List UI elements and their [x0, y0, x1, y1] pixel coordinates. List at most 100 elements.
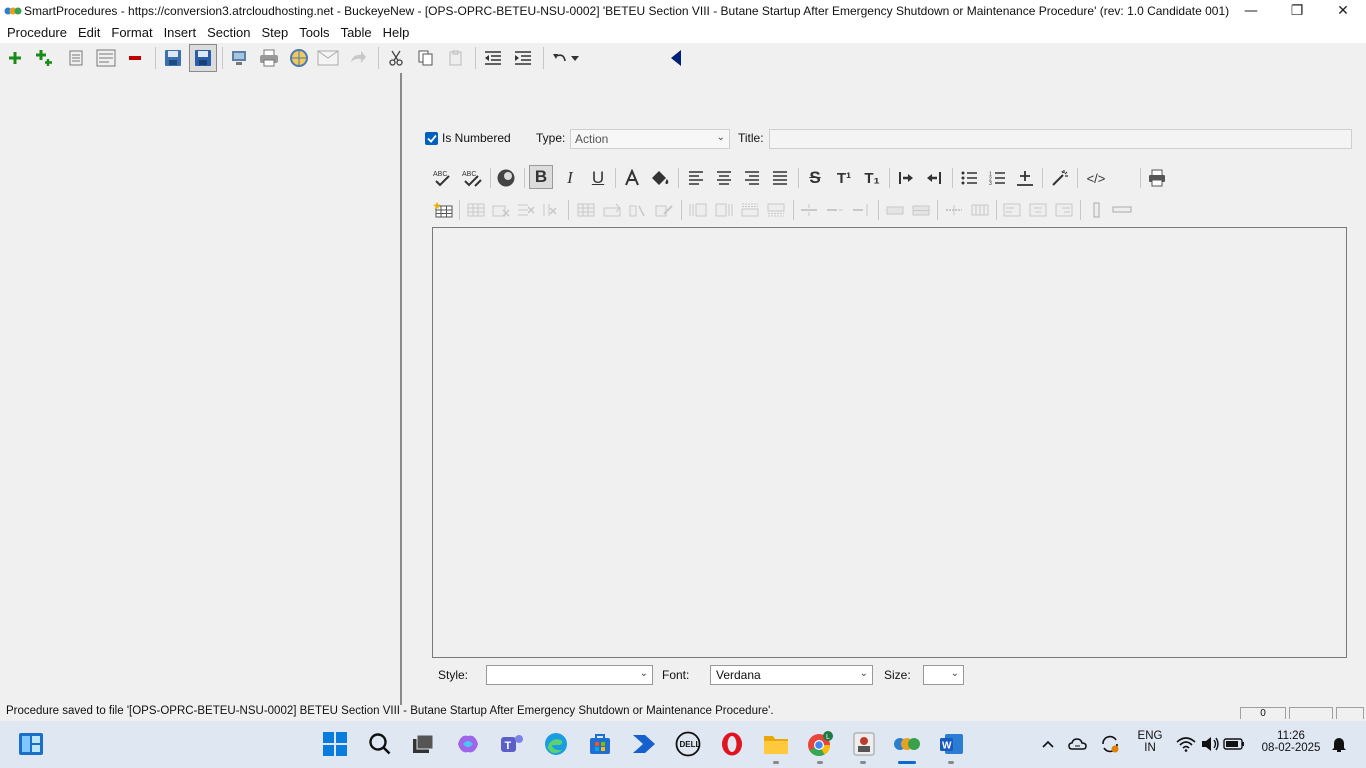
menu-tools[interactable]: Tools [295, 25, 336, 40]
chevron-up-icon[interactable] [1036, 730, 1060, 758]
cut-icon[interactable] [385, 47, 407, 69]
update-icon[interactable] [1098, 730, 1122, 758]
edge-icon[interactable] [542, 730, 570, 758]
type-select[interactable]: Action ⌄ [570, 129, 730, 149]
opera-icon[interactable] [718, 730, 746, 758]
menu-format[interactable]: Format [107, 25, 159, 40]
style-select[interactable]: ⌄ [486, 665, 653, 685]
merge-down-icon [911, 202, 931, 218]
web-icon[interactable] [288, 47, 310, 69]
wifi-icon[interactable] [1174, 730, 1198, 758]
insert-horizontal-line-icon[interactable] [1013, 166, 1037, 190]
language-indicator[interactable]: ENG IN [1133, 730, 1167, 754]
file-explorer-icon[interactable] [762, 730, 790, 758]
column-width-icon[interactable] [1087, 202, 1107, 218]
menu-insert[interactable]: Insert [160, 25, 204, 40]
row-height-icon[interactable] [1112, 202, 1132, 218]
spell-check-icon[interactable]: ABC [431, 166, 455, 190]
title-input[interactable] [769, 129, 1352, 149]
dell-icon[interactable]: DELL [674, 730, 702, 758]
active-indicator [898, 761, 916, 764]
subscript-button[interactable]: T₁ [860, 166, 884, 190]
procedure-tree-panel[interactable] [0, 73, 400, 705]
power-automate-icon[interactable] [630, 730, 658, 758]
chrome-icon[interactable]: L [806, 730, 834, 758]
menu-section[interactable]: Section [203, 25, 257, 40]
outdent-icon[interactable] [482, 47, 504, 69]
menu-edit[interactable]: Edit [74, 25, 107, 40]
onedrive-sync-icon[interactable] [1066, 730, 1090, 758]
step-text-editor[interactable] [432, 227, 1347, 658]
windows-start-icon[interactable] [321, 730, 349, 758]
magic-wand-icon[interactable] [1048, 166, 1072, 190]
export-icon[interactable] [228, 47, 250, 69]
menu-step[interactable]: Step [257, 25, 295, 40]
spell-check-as-you-type-icon[interactable]: ABC [460, 166, 484, 190]
save-all-icon[interactable] [189, 44, 217, 72]
print-icon[interactable] [258, 47, 280, 69]
panel-splitter[interactable] [400, 73, 408, 705]
edit-cell-icon [654, 202, 674, 218]
is-numbered-checkbox[interactable]: Is Numbered [425, 131, 511, 145]
align-right-icon[interactable] [740, 166, 764, 190]
copy-icon[interactable] [415, 47, 437, 69]
menu-help[interactable]: Help [379, 25, 417, 40]
font-color-icon[interactable] [620, 166, 644, 190]
insert-table-icon[interactable] [433, 202, 453, 218]
highlight-fill-icon[interactable] [648, 166, 672, 190]
svg-text:ABC: ABC [462, 171, 476, 178]
teams-icon[interactable]: T [498, 730, 526, 758]
add-step-icon[interactable] [4, 47, 26, 69]
italic-button[interactable]: I [558, 166, 582, 190]
undo-dropdown-icon[interactable] [567, 47, 583, 69]
decrease-indent-icon[interactable] [922, 166, 946, 190]
paste-icon[interactable] [445, 47, 467, 69]
chevron-down-icon: ⌄ [716, 132, 725, 143]
task-view-icon[interactable] [409, 730, 437, 758]
bullet-list-icon[interactable] [957, 166, 981, 190]
editor-print-icon[interactable] [1145, 166, 1169, 190]
editor-separator [678, 168, 679, 188]
check-icon[interactable] [425, 131, 438, 145]
status-panel-1: 0 [1240, 707, 1286, 719]
align-left-icon[interactable] [684, 166, 708, 190]
superscript-button[interactable]: T¹ [832, 166, 856, 190]
section-outline-icon[interactable] [95, 47, 117, 69]
remove-icon[interactable] [124, 47, 146, 69]
restore-button[interactable]: ❐ [1274, 0, 1320, 22]
store-icon[interactable] [586, 730, 614, 758]
strikethrough-button[interactable]: S [803, 166, 827, 190]
font-select[interactable]: Verdana ⌄ [710, 665, 873, 685]
close-button[interactable]: ✕ [1320, 0, 1366, 22]
clock[interactable]: 11:26 08-02-2025 [1252, 730, 1330, 754]
minimize-button[interactable]: — [1228, 0, 1274, 22]
save-icon[interactable] [162, 47, 184, 69]
increase-indent-icon[interactable] [894, 166, 918, 190]
align-justify-icon[interactable] [768, 166, 792, 190]
underline-button[interactable]: U [586, 166, 610, 190]
align-center-icon[interactable] [712, 166, 736, 190]
numbered-list-icon[interactable]: 123 [985, 166, 1009, 190]
collapse-panel-icon[interactable] [665, 47, 687, 69]
size-select[interactable]: ⌄ [923, 665, 964, 685]
search-icon[interactable] [366, 730, 394, 758]
forward-icon[interactable] [347, 47, 369, 69]
menu-procedure[interactable]: Procedure [3, 25, 74, 40]
outline-icon[interactable] [65, 47, 87, 69]
add-substep-icon[interactable] [34, 47, 56, 69]
copilot-icon[interactable] [454, 730, 482, 758]
widgets-icon[interactable] [17, 730, 45, 758]
remote-app-icon[interactable] [850, 730, 878, 758]
smartprocedures-taskbar-icon[interactable] [893, 730, 921, 758]
menu-table[interactable]: Table [337, 25, 379, 40]
volume-icon[interactable] [1198, 730, 1222, 758]
word-icon[interactable]: W [938, 730, 966, 758]
editor-separator [793, 200, 794, 220]
battery-icon[interactable] [1222, 730, 1246, 758]
html-source-button[interactable]: </> [1082, 166, 1110, 190]
notification-icon[interactable] [1327, 730, 1351, 758]
indent-icon[interactable] [512, 47, 534, 69]
email-icon[interactable] [317, 47, 339, 69]
bold-button[interactable]: B [529, 165, 553, 189]
style-palette-icon[interactable] [494, 166, 518, 190]
